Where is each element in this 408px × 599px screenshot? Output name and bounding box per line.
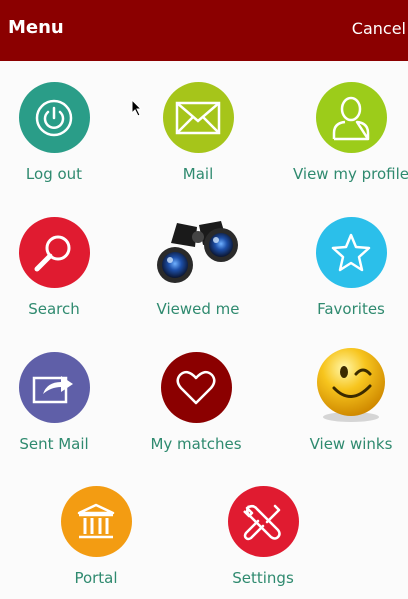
cancel-button[interactable]: Cancel <box>352 19 406 38</box>
search-tile[interactable]: Search <box>0 217 129 318</box>
search-label: Search <box>28 300 80 318</box>
person-icon <box>315 82 387 153</box>
favorites-tile[interactable]: Favorites <box>276 217 408 318</box>
sent-mail-icon <box>18 352 90 423</box>
settings-tile[interactable]: Settings <box>188 486 338 587</box>
view-winks-tile[interactable]: View winks <box>276 346 408 453</box>
logout-label: Log out <box>25 165 83 183</box>
settings-label: Settings <box>232 569 294 587</box>
mail-tile[interactable]: Mail <box>123 82 273 183</box>
viewed-me-label: Viewed me <box>156 300 240 318</box>
star-icon <box>315 217 387 288</box>
viewed-me-tile[interactable]: Viewed me <box>123 217 273 318</box>
tools-icon <box>227 486 299 557</box>
portal-label: Portal <box>74 569 118 587</box>
wink-smiley-icon <box>314 346 388 424</box>
mail-label: Mail <box>182 165 214 183</box>
heart-icon <box>160 352 232 423</box>
favorites-label: Favorites <box>317 300 385 318</box>
top-bar: Menu Cancel <box>0 0 408 61</box>
sent-mail-label: Sent Mail <box>19 435 89 453</box>
bank-icon <box>60 486 132 557</box>
envelope-icon <box>162 82 234 153</box>
portal-tile[interactable]: Portal <box>21 486 171 587</box>
profile-label: View my profile <box>292 165 408 183</box>
magnifier-icon <box>18 217 90 288</box>
power-icon <box>18 82 90 153</box>
view-winks-label: View winks <box>309 435 393 453</box>
my-matches-label: My matches <box>150 435 242 453</box>
my-matches-tile[interactable]: My matches <box>121 352 271 453</box>
menu-title: Menu <box>8 17 64 38</box>
binoculars-icon <box>155 217 241 292</box>
sent-mail-tile[interactable]: Sent Mail <box>0 352 129 453</box>
profile-tile[interactable]: View my profile <box>276 82 408 183</box>
logout-tile[interactable]: Log out <box>0 82 129 183</box>
mouse-pointer-icon <box>131 98 143 121</box>
